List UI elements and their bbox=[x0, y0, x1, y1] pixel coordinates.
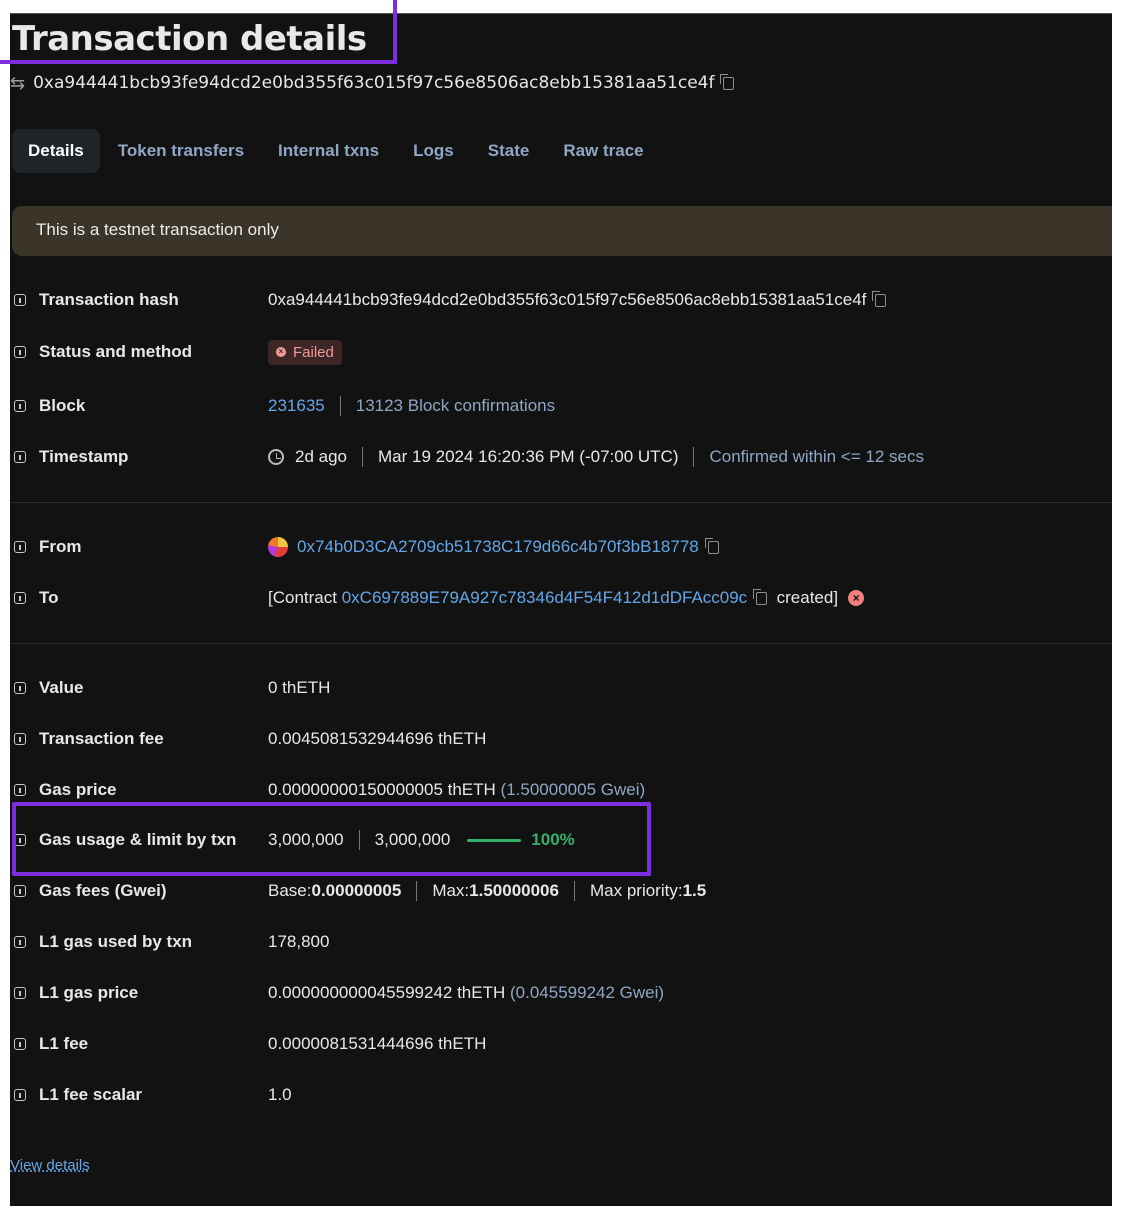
copy-icon[interactable] bbox=[704, 537, 719, 554]
separator bbox=[339, 396, 341, 416]
tx-hash-value: 0xa944441bcb93fe94dcd2e0bd355f63c015f97c… bbox=[268, 290, 867, 309]
label-block: Block bbox=[39, 396, 86, 415]
gas-fee-priority-label: Max priority: bbox=[589, 881, 683, 900]
label-gas-fees: Gas fees (Gwei) bbox=[39, 881, 167, 900]
row-timestamp: Timestamp 2d ago Mar 19 2024 16:20:36 PM… bbox=[10, 445, 1110, 469]
label-to: To bbox=[39, 588, 59, 607]
gas-fee-max: 1.50000006 bbox=[469, 881, 559, 900]
tab-internal-txns[interactable]: Internal txns bbox=[262, 129, 395, 173]
tab-bar: Details Token transfers Internal txns Lo… bbox=[12, 129, 662, 173]
info-icon[interactable] bbox=[14, 987, 26, 999]
gas-fee-base: 0.00000005 bbox=[311, 881, 402, 900]
label-status: Status and method bbox=[39, 342, 193, 361]
info-icon[interactable] bbox=[14, 733, 26, 745]
copy-icon[interactable] bbox=[872, 290, 887, 307]
view-details-link[interactable]: View details bbox=[10, 1157, 90, 1174]
gas-fee-base-label: Base: bbox=[268, 881, 312, 900]
row-gas-fees: Gas fees (Gwei) Base: 0.00000005 Max: 1.… bbox=[10, 879, 1110, 903]
to-address-link[interactable]: 0xC697889E79A927c78346d4F54F412d1dDFAcc0… bbox=[342, 588, 747, 608]
highlight-gas-usage bbox=[12, 802, 651, 876]
tab-raw-trace[interactable]: Raw trace bbox=[547, 129, 659, 173]
l1-gas-used: 178,800 bbox=[268, 932, 330, 951]
separator bbox=[693, 447, 695, 467]
status-text: Failed bbox=[293, 343, 334, 361]
row-block: Block 231635 13123 Block confirmations bbox=[10, 394, 1110, 418]
label-timestamp: Timestamp bbox=[39, 447, 129, 466]
swap-arrows-icon: ⇆ bbox=[10, 72, 26, 94]
row-tx-hash: Transaction hash 0xa944441bcb93fe94dcd2e… bbox=[10, 288, 1110, 312]
error-circle-icon: × bbox=[848, 590, 865, 606]
l1-fee-scalar: 1.0 bbox=[268, 1085, 292, 1104]
tab-details[interactable]: Details bbox=[12, 129, 100, 173]
info-icon[interactable] bbox=[14, 1089, 26, 1101]
confirmed-within: Confirmed within <= 12 secs bbox=[709, 447, 924, 466]
label-l1-gas-price: L1 gas price bbox=[39, 983, 139, 1002]
info-icon[interactable] bbox=[14, 294, 26, 306]
block-number-link[interactable]: 231635 bbox=[268, 396, 325, 416]
label-tx-hash: Transaction hash bbox=[39, 290, 179, 309]
l1-gas-price-eth: 0.000000000045599242 thETH bbox=[268, 983, 506, 1002]
row-fee: Transaction fee 0.0045081532944696 thETH bbox=[10, 727, 1110, 751]
section-divider bbox=[10, 643, 1112, 644]
to-prefix: [Contract bbox=[268, 588, 337, 607]
label-from: From bbox=[39, 537, 82, 556]
label-l1-gas-used: L1 gas used by txn bbox=[39, 932, 193, 951]
separator bbox=[416, 881, 418, 901]
value-amount: 0 thETH bbox=[268, 678, 331, 697]
transaction-panel: Transaction details ⇆ 0xa944441bcb93fe94… bbox=[10, 13, 1112, 1206]
label-value: Value bbox=[39, 678, 84, 697]
info-icon[interactable] bbox=[14, 784, 26, 796]
info-icon[interactable] bbox=[14, 936, 26, 948]
gas-fee-priority: 1.5 bbox=[682, 881, 707, 900]
gas-price-gwei: (1.50000005 Gwei) bbox=[500, 780, 646, 799]
row-l1-gas-price: L1 gas price 0.000000000045599242 thETH … bbox=[10, 981, 1110, 1005]
tab-state[interactable]: State bbox=[472, 129, 546, 173]
l1-fee: 0.0000081531444696 thETH bbox=[268, 1034, 487, 1053]
section-divider bbox=[10, 502, 1112, 503]
info-icon[interactable] bbox=[14, 885, 26, 897]
gas-fee-max-label: Max: bbox=[432, 881, 470, 900]
block-confirmations: 13123 Block confirmations bbox=[355, 396, 556, 415]
info-icon[interactable] bbox=[14, 592, 26, 604]
info-icon[interactable] bbox=[14, 451, 26, 463]
info-icon[interactable] bbox=[14, 346, 26, 358]
row-gas-price: Gas price 0.00000000150000005 thETH (1.5… bbox=[10, 778, 1110, 802]
copy-icon[interactable] bbox=[753, 588, 768, 605]
testnet-alert: This is a testnet transaction only bbox=[12, 206, 1112, 256]
tab-token-transfers[interactable]: Token transfers bbox=[102, 129, 260, 173]
copy-icon[interactable] bbox=[720, 73, 735, 90]
info-icon[interactable] bbox=[14, 541, 26, 553]
row-value: Value 0 thETH bbox=[10, 676, 1110, 700]
tab-logs[interactable]: Logs bbox=[397, 129, 470, 173]
row-l1-gas-used: L1 gas used by txn 178,800 bbox=[10, 930, 1110, 954]
label-fee: Transaction fee bbox=[39, 729, 164, 748]
info-icon[interactable] bbox=[14, 1038, 26, 1050]
fee-amount: 0.0045081532944696 thETH bbox=[268, 729, 487, 748]
to-suffix: created] bbox=[776, 588, 839, 607]
hash-header: ⇆ 0xa944441bcb93fe94dcd2e0bd355f63c015f9… bbox=[10, 72, 735, 94]
label-l1-fee-scalar: L1 fee scalar bbox=[39, 1085, 143, 1104]
from-address-link[interactable]: 0x74b0D3CA2709cb51738C179d66c4b70f3bB187… bbox=[297, 537, 699, 557]
failed-x-icon: × bbox=[276, 347, 286, 357]
row-from: From 0x74b0D3CA2709cb51738C179d66c4b70f3… bbox=[10, 535, 1110, 559]
address-avatar bbox=[268, 537, 288, 557]
gas-price-eth: 0.00000000150000005 thETH bbox=[268, 780, 496, 799]
highlight-title bbox=[0, 0, 397, 64]
info-icon[interactable] bbox=[14, 682, 26, 694]
time-ago: 2d ago bbox=[295, 447, 347, 466]
label-gas-price: Gas price bbox=[39, 780, 117, 799]
row-l1-fee: L1 fee 0.0000081531444696 thETH bbox=[10, 1032, 1110, 1056]
time-full: Mar 19 2024 16:20:36 PM (-07:00 UTC) bbox=[378, 447, 679, 466]
row-to: To [Contract 0xC697889E79A927c78346d4F54… bbox=[10, 586, 1110, 610]
header-hash-text: 0xa944441bcb93fe94dcd2e0bd355f63c015f97c… bbox=[33, 73, 715, 93]
row-l1-fee-scalar: L1 fee scalar 1.0 bbox=[10, 1083, 1110, 1107]
separator bbox=[362, 447, 363, 467]
label-l1-fee: L1 fee bbox=[39, 1034, 89, 1053]
clock-icon bbox=[268, 449, 284, 465]
row-status: Status and method × Failed bbox=[10, 339, 1110, 365]
l1-gas-price-gwei: (0.045599242 Gwei) bbox=[510, 983, 665, 1002]
info-icon[interactable] bbox=[14, 400, 26, 412]
status-badge: × Failed bbox=[268, 339, 342, 365]
separator bbox=[573, 881, 575, 901]
